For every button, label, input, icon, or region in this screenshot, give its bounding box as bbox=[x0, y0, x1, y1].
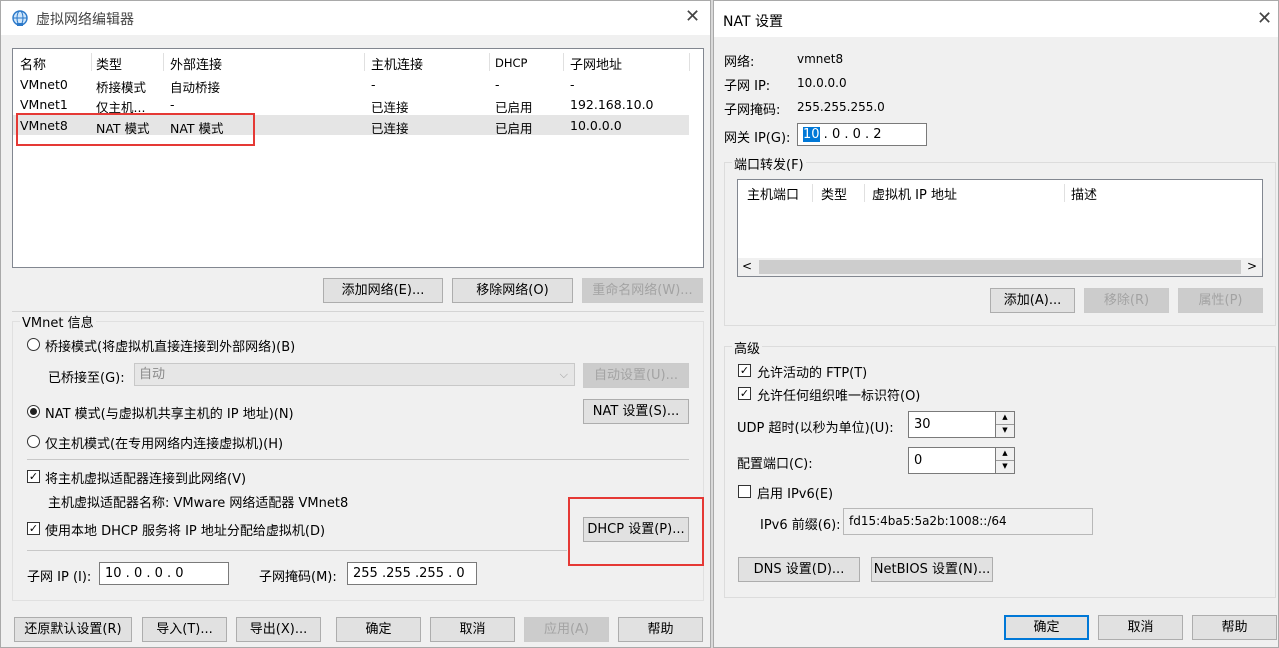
nat-ok-button[interactable]: 确定 bbox=[1004, 615, 1089, 640]
nat-titlebar bbox=[714, 1, 1278, 37]
subnet-ip-field[interactable]: 10 . 0 . 0 . 0 bbox=[99, 562, 229, 585]
vmnet-info-label: VMnet 信息 bbox=[20, 312, 96, 331]
scroll-left-icon[interactable]: < bbox=[742, 259, 752, 273]
connect-adapter-checkbox[interactable]: ✓ bbox=[27, 470, 40, 483]
config-port-spinner[interactable]: ▲ ▼ bbox=[995, 447, 1015, 474]
nat-settings-button[interactable]: NAT 设置(S)... bbox=[583, 399, 689, 424]
nat-subnet-ip-value: 10.0.0.0 bbox=[797, 76, 847, 90]
enable-ipv6-checkbox[interactable] bbox=[738, 485, 751, 498]
col-external[interactable]: 外部连接 bbox=[170, 54, 222, 73]
network-label: 网络: bbox=[724, 55, 755, 70]
col-host[interactable]: 主机连接 bbox=[371, 54, 423, 73]
nat-mode-radio[interactable] bbox=[27, 405, 40, 418]
pf-horizontal-scrollbar[interactable]: < > bbox=[738, 258, 1262, 276]
nat-close-icon[interactable]: ✕ bbox=[1257, 10, 1272, 28]
gateway-ip-field[interactable]: 10 . 0 . 0 . 2 bbox=[797, 123, 927, 146]
pf-col-desc[interactable]: 描述 bbox=[1071, 184, 1097, 203]
nat-cancel-button[interactable]: 取消 bbox=[1098, 615, 1183, 640]
network-value: vmnet8 bbox=[797, 52, 844, 66]
port-forward-label: 端口转发(F) bbox=[732, 154, 806, 173]
subnet-ip-label: 子网 IP (I): bbox=[27, 570, 92, 585]
spin-down-icon[interactable]: ▼ bbox=[996, 461, 1014, 474]
separator bbox=[27, 550, 567, 551]
spin-down-icon[interactable]: ▼ bbox=[996, 425, 1014, 438]
spin-up-icon[interactable]: ▲ bbox=[996, 448, 1014, 461]
separator bbox=[27, 459, 689, 460]
pf-col-type[interactable]: 类型 bbox=[821, 184, 847, 203]
nat-subnet-mask-label: 子网掩码: bbox=[724, 103, 781, 118]
adapter-name-text: 主机虚拟适配器名称: VMware 网络适配器 VMnet8 bbox=[48, 496, 349, 511]
bridged-to-select[interactable]: 自动 ⌵ bbox=[134, 363, 575, 386]
udp-timeout-field[interactable]: 30 bbox=[908, 411, 996, 438]
nat-mode-label[interactable]: NAT 模式(与虚拟机共享主机的 IP 地址)(N) bbox=[45, 403, 294, 422]
network-globe-icon bbox=[12, 10, 28, 26]
pf-properties-button[interactable]: 属性(P) bbox=[1178, 288, 1263, 313]
udp-timeout-label: UDP 超时(以秒为单位)(U): bbox=[737, 421, 894, 436]
dhcp-highlight-box bbox=[568, 497, 704, 566]
col-dhcp[interactable]: DHCP bbox=[495, 56, 527, 70]
gateway-selected-octet: 10 bbox=[803, 127, 820, 142]
use-dhcp-checkbox[interactable]: ✓ bbox=[27, 522, 40, 535]
restore-defaults-button[interactable]: 还原默认设置(R) bbox=[14, 617, 132, 642]
config-port-label: 配置端口(C): bbox=[737, 457, 813, 472]
nat-help-button[interactable]: 帮助 bbox=[1192, 615, 1277, 640]
nat-window-title: NAT 设置 bbox=[723, 14, 783, 30]
use-dhcp-label[interactable]: 使用本地 DHCP 服务将 IP 地址分配给虚拟机(D) bbox=[45, 520, 325, 539]
nat-settings-window: NAT 设置 ✕ 网络: vmnet8 子网 IP: 10.0.0.0 子网掩码… bbox=[713, 0, 1279, 648]
rename-network-button[interactable]: 重命名网络(W)... bbox=[582, 278, 703, 303]
ipv6-prefix-label: IPv6 前缀(6): bbox=[760, 518, 841, 533]
gateway-label: 网关 IP(G): bbox=[724, 131, 791, 146]
enable-ipv6-label[interactable]: 启用 IPv6(E) bbox=[757, 483, 833, 502]
allow-ftp-label[interactable]: 允许活动的 FTP(T) bbox=[757, 362, 867, 381]
vne-close-icon[interactable]: ✕ bbox=[685, 8, 700, 26]
vmnet8-highlight-box bbox=[16, 113, 255, 146]
scroll-thumb[interactable] bbox=[759, 260, 1241, 274]
netbios-settings-button[interactable]: NetBIOS 设置(N)... bbox=[871, 557, 993, 582]
nat-subnet-ip-label: 子网 IP: bbox=[724, 79, 771, 94]
vne-window-title: 虚拟网络编辑器 bbox=[36, 12, 134, 28]
chevron-down-icon: ⌵ bbox=[559, 368, 568, 381]
bridge-mode-label[interactable]: 桥接模式(将虚拟机直接连接到外部网络)(B) bbox=[45, 336, 295, 355]
allow-oui-label[interactable]: 允许任何组织唯一标识符(O) bbox=[757, 385, 920, 404]
host-only-radio[interactable] bbox=[27, 435, 40, 448]
cancel-button[interactable]: 取消 bbox=[430, 617, 515, 642]
port-forward-list[interactable]: 主机端口 类型 虚拟机 IP 地址 描述 < > bbox=[737, 179, 1263, 277]
pf-add-button[interactable]: 添加(A)... bbox=[990, 288, 1075, 313]
col-type[interactable]: 类型 bbox=[96, 54, 122, 73]
dns-settings-button[interactable]: DNS 设置(D)... bbox=[738, 557, 860, 582]
connect-adapter-label[interactable]: 将主机虚拟适配器连接到此网络(V) bbox=[45, 468, 246, 487]
spin-up-icon[interactable]: ▲ bbox=[996, 412, 1014, 425]
apply-button[interactable]: 应用(A) bbox=[524, 617, 609, 642]
subnet-mask-field[interactable]: 255 .255 .255 . 0 bbox=[347, 562, 477, 585]
nat-subnet-mask-value: 255.255.255.0 bbox=[797, 100, 885, 114]
scroll-right-icon[interactable]: > bbox=[1247, 259, 1257, 273]
allow-ftp-checkbox[interactable]: ✓ bbox=[738, 364, 751, 377]
bridge-mode-radio[interactable] bbox=[27, 338, 40, 351]
table-row[interactable]: VMnet1 仅主机... - 已连接 已启用 192.168.10.0 bbox=[13, 95, 703, 115]
network-list[interactable]: 名称 类型 外部连接 主机连接 DHCP 子网地址 VMnet0 桥接模式 自动… bbox=[12, 48, 704, 268]
ipv6-prefix-field[interactable]: fd15:4ba5:5a2b:1008::/64 bbox=[843, 508, 1093, 535]
import-button[interactable]: 导入(T)... bbox=[142, 617, 227, 642]
bridged-to-label: 已桥接至(G): bbox=[48, 371, 125, 386]
export-button[interactable]: 导出(X)... bbox=[236, 617, 321, 642]
pf-col-vm-ip[interactable]: 虚拟机 IP 地址 bbox=[872, 184, 957, 203]
add-network-button[interactable]: 添加网络(E)... bbox=[323, 278, 443, 303]
col-subnet[interactable]: 子网地址 bbox=[570, 54, 622, 73]
pf-col-host-port[interactable]: 主机端口 bbox=[747, 184, 799, 203]
ok-button[interactable]: 确定 bbox=[336, 617, 421, 642]
udp-timeout-spinner[interactable]: ▲ ▼ bbox=[995, 411, 1015, 438]
separator bbox=[12, 311, 704, 312]
col-name[interactable]: 名称 bbox=[20, 54, 46, 73]
table-row[interactable]: VMnet0 桥接模式 自动桥接 - - - bbox=[13, 75, 703, 95]
config-port-field[interactable]: 0 bbox=[908, 447, 996, 474]
help-button[interactable]: 帮助 bbox=[618, 617, 703, 642]
host-only-label[interactable]: 仅主机模式(在专用网络内连接虚拟机)(H) bbox=[45, 433, 283, 452]
remove-network-button[interactable]: 移除网络(O) bbox=[452, 278, 573, 303]
virtual-network-editor-window: 虚拟网络编辑器 ✕ 名称 类型 外部连接 主机连接 DHCP 子网地址 VMne… bbox=[0, 0, 711, 648]
pf-remove-button[interactable]: 移除(R) bbox=[1084, 288, 1169, 313]
advanced-label: 高级 bbox=[732, 338, 763, 357]
auto-settings-button[interactable]: 自动设置(U)... bbox=[583, 363, 689, 388]
subnet-mask-label: 子网掩码(M): bbox=[259, 570, 337, 585]
allow-oui-checkbox[interactable]: ✓ bbox=[738, 387, 751, 400]
